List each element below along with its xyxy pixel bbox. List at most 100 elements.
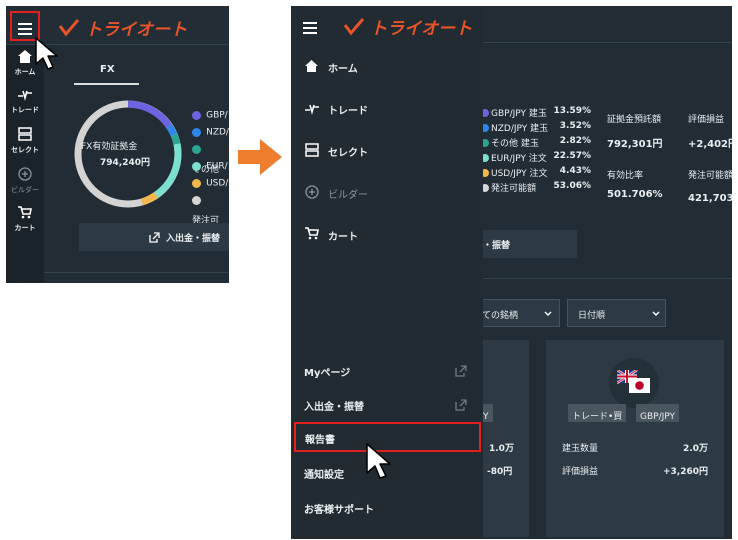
- deposit-button-partial[interactable]: ・振替: [483, 230, 577, 258]
- legend-dot: [192, 196, 201, 205]
- menu-item-mypage[interactable]: Myページ: [291, 358, 483, 384]
- gbp-jpy-flag-icon: [617, 370, 650, 393]
- stat-label-pl: 評価損益: [688, 115, 725, 125]
- legend-row: NZD/JPY 建玉 3.52%: [479, 121, 599, 136]
- legend-row-pct: 3.52%: [559, 121, 591, 131]
- donut-value: 794,240円: [100, 158, 150, 168]
- home-icon: [305, 60, 318, 72]
- menu-item-home[interactable]: ホーム: [291, 52, 483, 80]
- right-legend: GBP/JPY 建玉 13.59% NZD/JPY 建玉 3.52% その他 建玉 2…: [479, 106, 599, 196]
- menu-item-report-label: 報告書: [305, 435, 335, 446]
- deposit-button[interactable]: 入出金・振替: [79, 223, 229, 251]
- legend-row-pct: 22.57%: [553, 151, 592, 161]
- legend-dot: [192, 128, 201, 137]
- nav-item-trade-label: トレード: [11, 106, 39, 114]
- select-icon: [18, 127, 32, 141]
- menu-item-builder[interactable]: ビルダー: [291, 178, 483, 206]
- deposit-button-label: 入出金・振替: [166, 234, 221, 244]
- menu-item-mypage-label: Myページ: [304, 368, 351, 379]
- legend-row: GBP/JPY 建玉 13.59%: [479, 106, 599, 121]
- brand-logo: トライオート: [58, 15, 187, 40]
- external-link-icon: [149, 232, 160, 243]
- legend-row-name: EUR/JPY 注文: [491, 154, 547, 164]
- symbol-filter-dropdown[interactable]: ての銘柄: [479, 299, 560, 327]
- hamburger-icon[interactable]: [18, 20, 32, 35]
- menu-item-support[interactable]: お客様サポート: [291, 495, 483, 521]
- position-card-left[interactable]: Y 1.0万 -80円: [479, 340, 529, 537]
- legend-label: GBP/: [206, 110, 228, 121]
- card-left-qty-value: 1.0万: [489, 444, 514, 454]
- nav-item-select[interactable]: セレクト: [6, 126, 44, 166]
- tag-pair: GBP/JPY: [636, 404, 679, 422]
- flag-avatar: [609, 358, 659, 408]
- legend-item: その他: [192, 139, 229, 175]
- card-left-pl-value: -80円: [487, 467, 513, 477]
- nav-item-select-label: セレクト: [11, 146, 39, 154]
- left-bottom-divider: [44, 272, 229, 273]
- menu-item-trade[interactable]: トレード: [291, 94, 483, 122]
- card-right-pl-label: 評価損益: [562, 467, 599, 477]
- brand-logo-text: トライオート: [370, 19, 473, 39]
- donut-title: FX有効証拠金: [81, 142, 138, 152]
- stat-value-deposit: 792,301円: [607, 139, 663, 150]
- legend-item: GBP/: [192, 105, 229, 122]
- left-screenshot: トライオート ホーム トレード セレクト ビルダー カート FX FX有効証拠金…: [6, 6, 229, 283]
- tag-pair-partial-label: Y: [483, 412, 489, 422]
- deposit-button-partial-label: ・振替: [483, 241, 511, 251]
- legend-item: USD/: [192, 173, 229, 190]
- legend-row-name: GBP/JPY 建玉: [491, 109, 547, 119]
- stat-value-pl: +2,402円: [688, 139, 732, 150]
- menu-item-deposit-label: 入出金・振替: [304, 402, 364, 413]
- stat-value-available: 421,703円: [688, 193, 732, 204]
- nav-item-builder[interactable]: ビルダー: [6, 166, 44, 204]
- card-right-qty-label: 建玉数量: [562, 444, 599, 454]
- sort-value: 日付順: [578, 311, 606, 321]
- legend-dot: [192, 179, 201, 188]
- menu-item-deposit[interactable]: 入出金・振替: [291, 392, 483, 418]
- cart-icon: [305, 227, 319, 240]
- nav-item-builder-label: ビルダー: [11, 186, 39, 194]
- menu-item-select[interactable]: セレクト: [291, 136, 483, 164]
- legend-item: 発注可: [192, 190, 229, 226]
- legend-row: EUR/JPY 注文 22.57%: [479, 151, 599, 166]
- hamburger-icon[interactable]: [303, 19, 317, 34]
- position-card-right[interactable]: トレード•買 GBP/JPY 建玉数量 2.0万 評価損益 +3,260円: [546, 340, 724, 537]
- tag-trade-buy-label: トレード•買: [572, 412, 623, 422]
- legend-row: USD/JPY 注文 4.43%: [479, 166, 599, 181]
- legend-row-name: 発注可能額: [491, 184, 537, 194]
- chevron-down-icon: [544, 311, 552, 316]
- legend-row-pct: 4.43%: [559, 166, 591, 176]
- legend-label: NZD/: [206, 127, 229, 138]
- legend-row-pct: 53.06%: [553, 181, 592, 191]
- cart-icon: [18, 206, 32, 219]
- background-header: [483, 6, 732, 43]
- legend-label: USD/: [206, 178, 229, 189]
- stat-value-ratio: 501.706%: [607, 189, 663, 200]
- section-divider: [483, 278, 732, 279]
- legend-row-name: USD/JPY 注文: [491, 169, 548, 179]
- arrow-right-icon: [238, 139, 282, 175]
- tab-fx-underline: [74, 83, 139, 85]
- menu-item-cart-label: カート: [328, 232, 358, 243]
- external-link-icon: [455, 399, 467, 411]
- menu-item-cart[interactable]: カート: [291, 220, 483, 248]
- brand-logo-text: トライオート: [85, 20, 188, 40]
- nav-item-trade[interactable]: トレード: [6, 86, 44, 126]
- menu-item-notification-label: 通知設定: [304, 470, 344, 481]
- left-nav: ホーム トレード セレクト ビルダー カート: [6, 48, 44, 242]
- menu-item-trade-label: トレード: [328, 106, 368, 117]
- legend-dot: [192, 111, 201, 120]
- menu-item-select-label: セレクト: [328, 148, 368, 159]
- chevron-down-icon: [652, 311, 660, 316]
- tab-fx[interactable]: FX: [100, 64, 115, 75]
- legend-item: NZD/: [192, 122, 229, 139]
- mouse-cursor-icon: [35, 37, 58, 70]
- legend-row-pct: 2.82%: [559, 136, 591, 146]
- symbol-filter-value: ての銘柄: [482, 311, 519, 321]
- legend-row-pct: 13.59%: [553, 106, 592, 116]
- tag-pair-label: GBP/JPY: [640, 412, 675, 422]
- sort-dropdown[interactable]: 日付順: [567, 299, 666, 327]
- legend-row: 発注可能額 53.06%: [479, 181, 599, 196]
- nav-item-cart[interactable]: カート: [6, 204, 44, 242]
- donut-chart: [72, 98, 184, 210]
